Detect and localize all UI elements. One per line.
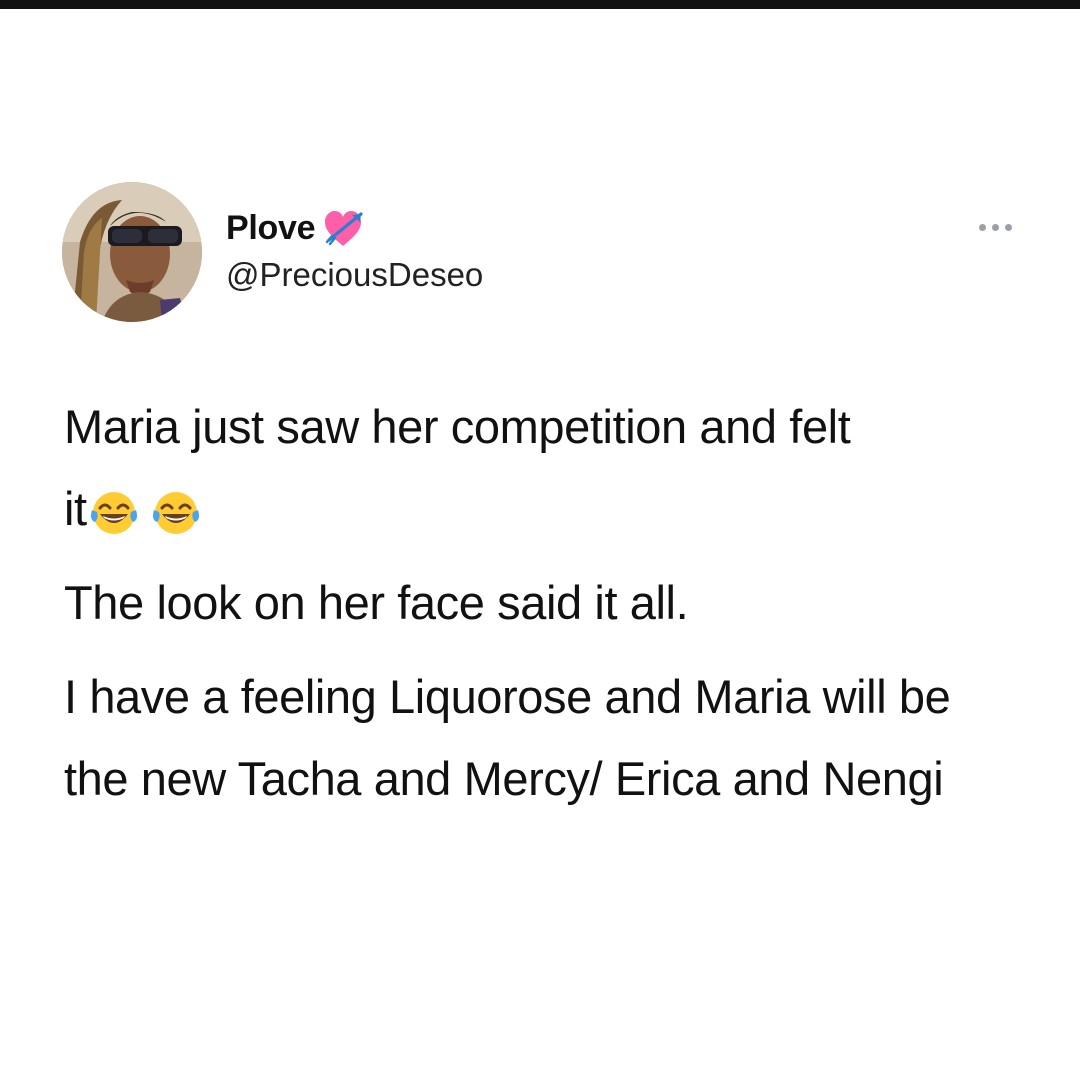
- tweet-text-line: Maria just saw her competition and felt: [64, 400, 851, 453]
- display-name[interactable]: Plove: [226, 209, 316, 248]
- heart-with-arrow-icon: [321, 206, 367, 250]
- more-options-dots-icon: [1004, 223, 1012, 231]
- face-with-tears-of-joy-icon: [89, 488, 139, 538]
- tweet-body: Maria just saw her competition and felt …: [64, 386, 1044, 832]
- user-handle[interactable]: @PreciousDeseo: [226, 256, 483, 294]
- tweet-text-line: I have a feeling Liquorose and Maria wil…: [64, 670, 951, 805]
- display-name-row: Plove: [226, 204, 367, 252]
- more-options-dots-icon: [978, 223, 986, 231]
- tweet-paragraph-2: The look on her face said it all.: [64, 576, 689, 629]
- avatar-photo: [62, 182, 202, 322]
- tweet-paragraph-3: I have a feeling Liquorose and Maria wil…: [64, 656, 1024, 820]
- face-with-tears-of-joy-icon: [151, 488, 201, 538]
- more-options-dots-icon: [991, 223, 999, 231]
- more-options-button[interactable]: [972, 213, 1018, 241]
- tweet-paragraph-1: Maria just saw her competition and felt …: [64, 386, 1044, 550]
- avatar[interactable]: [62, 182, 202, 322]
- emoji-group: [89, 488, 201, 538]
- tweet-text-line: it: [64, 482, 87, 535]
- tweet-card: Plove @PreciousDeseo Maria just saw her …: [0, 0, 1080, 1080]
